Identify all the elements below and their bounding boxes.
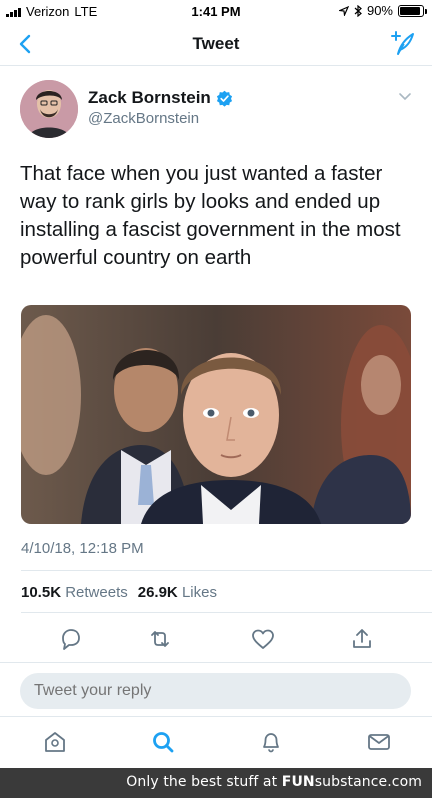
likes-stat[interactable]: 26.9K Likes [138, 584, 217, 601]
status-right: 90% [338, 3, 427, 18]
tweet-actions [0, 626, 432, 654]
likes-count: 26.9K [137, 584, 178, 601]
compose-tweet-icon[interactable] [388, 30, 416, 58]
reply-input[interactable] [20, 673, 411, 709]
likes-label: Likes [181, 584, 217, 601]
tweet-text: That face when you just wanted a faster … [20, 162, 401, 269]
avatar[interactable] [20, 80, 78, 138]
home-icon[interactable] [42, 729, 68, 755]
battery-level [400, 6, 420, 15]
divider [21, 570, 432, 571]
status-bar: Verizon LTE 1:41 PM 90% [0, 0, 432, 22]
author-name[interactable]: Zack Bornstein [88, 88, 211, 108]
retweets-count: 10.5K [21, 584, 62, 601]
retweets-label: Retweets [65, 584, 128, 601]
battery-icon [398, 4, 427, 17]
author-handle[interactable]: @ZackBornstein [88, 110, 199, 127]
reply-icon[interactable] [57, 626, 83, 652]
tweet-timestamp: 4/10/18, 12:18 PM [21, 540, 144, 557]
reply-bar [0, 662, 432, 716]
chevron-down-icon[interactable] [398, 92, 412, 102]
watermark-banner: Only the best stuff at FUNsubstance.com [0, 768, 432, 798]
watermark-brand-rest: substance.com [314, 774, 422, 790]
bluetooth-icon [354, 4, 362, 17]
retweet-icon[interactable] [147, 626, 173, 652]
battery-percent: 90% [366, 3, 393, 18]
watermark-brand-fun: FUN [281, 774, 315, 790]
share-icon[interactable] [349, 626, 375, 652]
tweet-photo[interactable] [21, 305, 411, 524]
photo-illustration [21, 305, 411, 524]
tweet-stats: 10.5K Retweets 26.9K Likes [21, 584, 227, 601]
notifications-bell-icon[interactable] [258, 729, 284, 755]
messages-envelope-icon[interactable] [366, 729, 392, 755]
location-arrow-icon [338, 5, 349, 16]
tab-bar [0, 716, 432, 768]
nav-bar: Tweet [0, 22, 432, 66]
divider [21, 612, 432, 613]
watermark-text: Only the best stuff at FUNsubstance.com [126, 774, 422, 790]
watermark-prefix: Only the best stuff at [126, 774, 278, 790]
page-title: Tweet [192, 34, 240, 53]
heart-icon[interactable] [250, 626, 276, 652]
author-name-row[interactable]: Zack Bornstein [88, 88, 233, 108]
avatar-portrait [20, 80, 78, 138]
verified-badge-icon [216, 90, 232, 107]
retweets-stat[interactable]: 10.5K Retweets [21, 584, 128, 601]
search-icon[interactable] [150, 729, 176, 755]
